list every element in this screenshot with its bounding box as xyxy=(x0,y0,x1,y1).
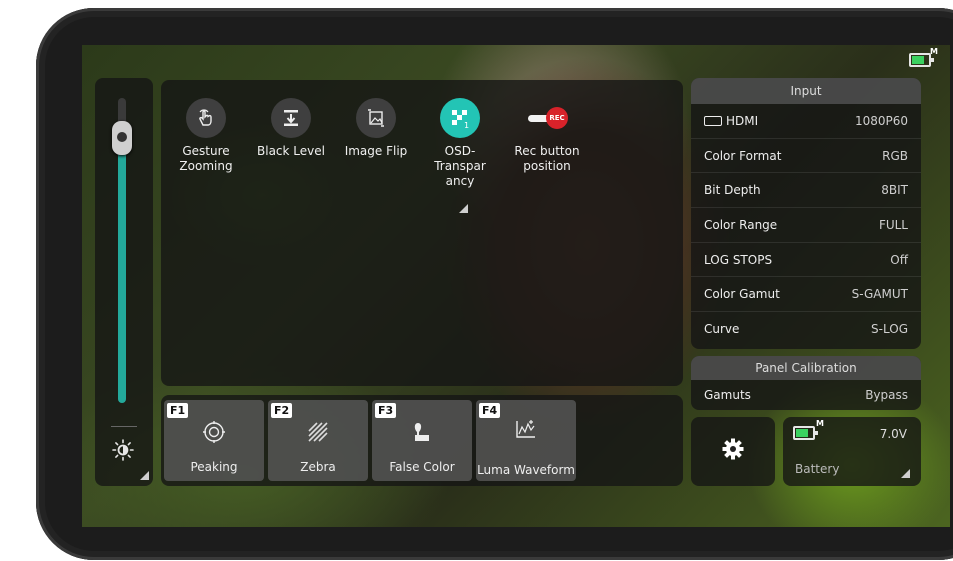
hdmi-label: HDMI xyxy=(726,113,759,128)
waveform-icon xyxy=(476,418,576,445)
image-flip-label: Image Flip xyxy=(344,144,408,158)
battery-expand-icon xyxy=(901,469,910,478)
f3-label: False Color xyxy=(389,460,455,474)
black-level-icon xyxy=(271,98,311,138)
battery-voltage: 7.0V xyxy=(879,427,907,441)
osd-transparency-level: 1 xyxy=(464,121,469,130)
rec-indicator: REC xyxy=(546,107,568,129)
color-range-value: FULL xyxy=(878,217,908,232)
calibration-title: Panel Calibration xyxy=(691,356,921,380)
osd-transparency-label: OSD-Transpar ancy xyxy=(434,144,486,188)
brightness-icon[interactable] xyxy=(111,438,135,462)
f4-label: Luma Waveform xyxy=(477,463,575,477)
battery-icon xyxy=(793,426,818,440)
color-format-label: Color Format xyxy=(704,148,782,163)
false-color-icon xyxy=(372,420,472,449)
color-gamut-value: S-GAMUT xyxy=(851,287,908,302)
osd-transparency-button[interactable]: 1 OSD-Transpar ancy xyxy=(415,98,505,189)
gamuts-value: Bypass xyxy=(865,388,908,402)
zebra-icon xyxy=(268,420,368,449)
image-flip-icon xyxy=(356,98,396,138)
f1-tag: F1 xyxy=(167,403,189,418)
f2-zebra-button[interactable]: F2 Zebra xyxy=(268,400,368,481)
input-row-color-range: Color Range FULL xyxy=(691,208,921,243)
peaking-icon xyxy=(164,420,264,449)
brightness-panel xyxy=(95,78,153,486)
bit-depth-value: 8BIT xyxy=(881,183,908,198)
color-range-label: Color Range xyxy=(704,217,778,232)
input-row-curve: Curve S-LOG xyxy=(691,312,921,347)
function-panel: Gesture Zooming Black Level Image Flip 1… xyxy=(161,80,683,386)
input-title: Input xyxy=(691,78,921,104)
input-info-panel: Input HDMI 1080P60 Color Format RGB Bit … xyxy=(691,78,921,349)
gamuts-label: Gamuts xyxy=(704,388,751,402)
monitor-screen: M Gesture Zooming Black Level Image Flip… xyxy=(82,45,950,527)
f3-tag: F3 xyxy=(375,403,397,418)
f1-label: Peaking xyxy=(190,460,238,474)
divider xyxy=(111,426,137,427)
gear-icon xyxy=(691,437,775,467)
battery-mode: M xyxy=(816,419,824,428)
curve-label: Curve xyxy=(704,322,740,337)
brightness-slider-fill xyxy=(118,137,126,403)
curve-value: S-LOG xyxy=(871,322,908,337)
status-battery-mode: M xyxy=(930,47,938,56)
f4-tag: F4 xyxy=(479,403,501,418)
black-level-label: Black Level xyxy=(257,144,325,158)
f-key-panel: F1 Peaking F2 Zebra F3 False Color F4 Lu… xyxy=(161,395,683,486)
gesture-hand-icon xyxy=(186,98,226,138)
battery-label: Battery xyxy=(795,462,840,476)
panel-calibration[interactable]: Panel Calibration Gamuts Bypass xyxy=(691,356,921,410)
rec-toggle-icon: REC xyxy=(524,98,570,138)
f2-label: Zebra xyxy=(300,460,336,474)
input-row-log-stops: LOG STOPS Off xyxy=(691,243,921,278)
battery-panel[interactable]: M 7.0V Battery xyxy=(783,417,921,486)
rec-button-position-label: Rec button position xyxy=(514,144,580,173)
image-flip-button[interactable]: Image Flip xyxy=(331,98,421,159)
gesture-zooming-button[interactable]: Gesture Zooming xyxy=(161,98,251,174)
f2-tag: F2 xyxy=(271,403,293,418)
input-row-color-gamut: Color Gamut S-GAMUT xyxy=(691,277,921,313)
input-row-color-format: Color Format RGB xyxy=(691,139,921,174)
f4-luma-waveform-button[interactable]: F4 Luma Waveform xyxy=(476,400,576,481)
log-stops-label: LOG STOPS xyxy=(704,252,773,267)
gamuts-row[interactable]: Gamuts Bypass xyxy=(691,380,921,410)
expand-corner-icon xyxy=(140,471,149,480)
hdmi-icon xyxy=(704,116,722,127)
log-stops-value: Off xyxy=(890,252,908,267)
gesture-zooming-label: Gesture Zooming xyxy=(179,144,233,173)
image-flip-expand-icon xyxy=(459,204,468,213)
color-format-value: RGB xyxy=(882,148,908,163)
settings-button[interactable] xyxy=(691,417,775,486)
hdmi-value: 1080P60 xyxy=(854,113,908,128)
f3-false-color-button[interactable]: F3 False Color xyxy=(372,400,472,481)
color-gamut-label: Color Gamut xyxy=(704,287,780,302)
status-battery-icon xyxy=(909,53,934,67)
brightness-slider-handle[interactable] xyxy=(112,120,132,155)
rec-button-position-button[interactable]: REC Rec button position xyxy=(502,98,592,174)
black-level-button[interactable]: Black Level xyxy=(246,98,336,159)
f1-peaking-button[interactable]: F1 Peaking xyxy=(164,400,264,481)
brightness-slider[interactable] xyxy=(112,98,132,403)
bit-depth-label: Bit Depth xyxy=(704,183,761,198)
input-row-hdmi: HDMI 1080P60 xyxy=(691,104,921,139)
osd-transparency-icon: 1 xyxy=(440,98,480,138)
input-row-bit-depth: Bit Depth 8BIT xyxy=(691,173,921,209)
